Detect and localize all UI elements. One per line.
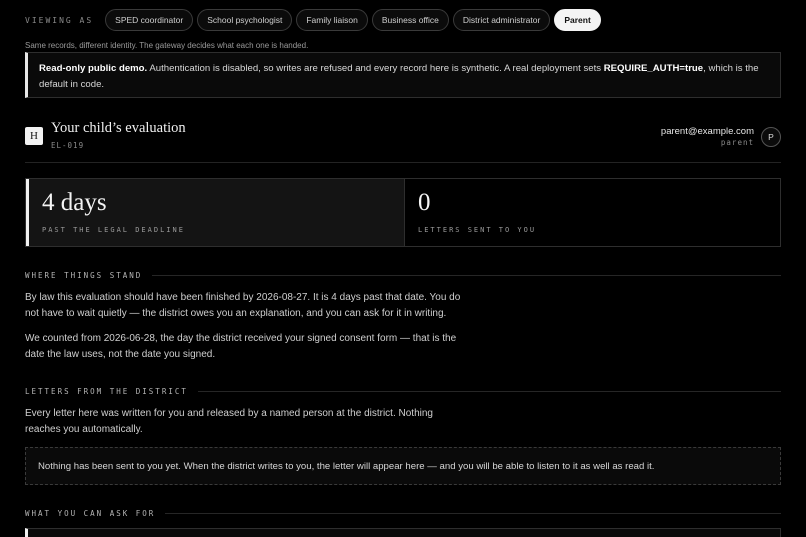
page-title: Your child’s evaluation — [51, 120, 186, 136]
section-heading-label: WHERE THINGS STAND — [25, 271, 143, 280]
demo-banner: Read-only public demo. Authentication is… — [25, 52, 781, 98]
role-school-psychologist[interactable]: School psychologist — [197, 9, 293, 31]
ask-panel — [25, 528, 781, 537]
section-rule — [152, 275, 781, 276]
stat-label: LETTERS SENT TO YOU — [418, 226, 537, 234]
banner-code: REQUIRE_AUTH=true — [603, 63, 704, 74]
banner-text-1: Authentication is disabled, so writes ar… — [147, 63, 604, 74]
user-email: parent@example.com — [660, 126, 754, 137]
stat-label: PAST THE LEGAL DEADLINE — [42, 226, 185, 234]
stat-value: 0 — [418, 189, 431, 216]
user-role: parent — [720, 138, 754, 147]
section-heading-where: WHERE THINGS STAND — [25, 271, 781, 280]
section-heading-label: LETTERS FROM THE DISTRICT — [25, 387, 188, 396]
section-rule — [197, 391, 781, 392]
stat-days-past-deadline: 4 days PAST THE LEGAL DEADLINE — [26, 179, 405, 246]
role-district-administrator[interactable]: District administrator — [452, 9, 551, 31]
section-rule — [165, 513, 781, 514]
role-business-office[interactable]: Business office — [371, 9, 449, 31]
case-logo-icon: H — [25, 127, 43, 145]
stat-letters-sent: 0 LETTERS SENT TO YOU — [405, 179, 780, 246]
identity-note: Same records, different identity. The ga… — [25, 41, 309, 50]
where-paragraph-2: We counted from 2026-06-28, the day the … — [25, 333, 457, 360]
section-heading-ask: WHAT YOU CAN ASK FOR — [25, 509, 781, 518]
letters-empty-state: Nothing has been sent to you yet. When t… — [25, 447, 781, 485]
role-sped-coordinator[interactable]: SPED coordinator — [105, 9, 194, 31]
case-id: EL-019 — [51, 141, 85, 150]
role-family-liaison[interactable]: Family liaison — [296, 9, 368, 31]
header-divider — [25, 162, 781, 163]
section-heading-letters: LETTERS FROM THE DISTRICT — [25, 387, 781, 396]
role-parent[interactable]: Parent — [554, 9, 601, 31]
avatar[interactable]: P — [761, 127, 781, 147]
letters-paragraph: Every letter here was written for you an… — [25, 408, 433, 435]
stats-panel: 4 days PAST THE LEGAL DEADLINE 0 LETTERS… — [25, 178, 781, 247]
banner-strong: Read-only public demo. — [39, 63, 148, 74]
role-switcher: VIEWING AS SPED coordinator School psych… — [25, 9, 605, 31]
stat-value: 4 days — [42, 189, 107, 216]
section-heading-label: WHAT YOU CAN ASK FOR — [25, 509, 156, 518]
viewing-as-label: VIEWING AS — [25, 15, 94, 25]
where-paragraph-1: By law this evaluation should have been … — [25, 292, 461, 319]
